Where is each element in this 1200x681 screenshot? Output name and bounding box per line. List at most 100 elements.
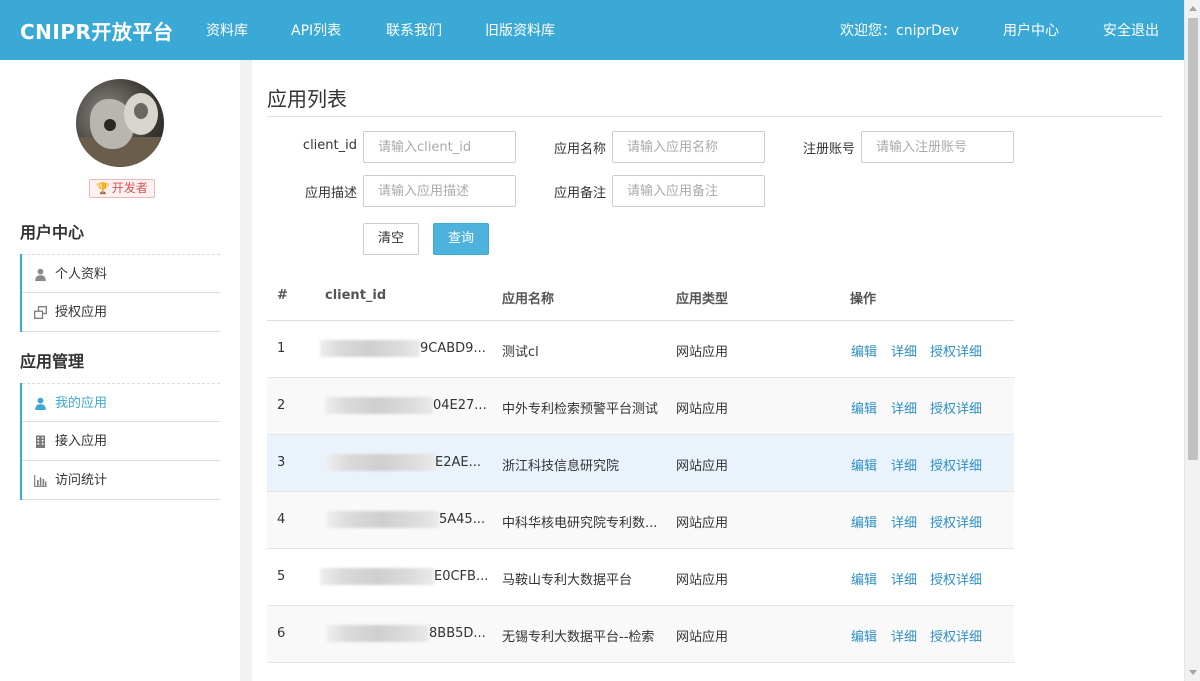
table-row: 4 5A45... 中科华核电研究院专利数... 网站应用 编辑 详细 授权详细 [267, 492, 1014, 549]
edit-link[interactable]: 编辑 [851, 455, 877, 474]
auth-detail-link[interactable]: 授权详细 [930, 512, 982, 531]
table-row: 5 E0CFB... 马鞍山专利大数据平台 网站应用 编辑 详细 授权详细 [267, 549, 1014, 606]
trophy-icon: 🏆 [96, 182, 110, 195]
edit-link[interactable]: 编辑 [851, 512, 877, 531]
edit-link[interactable]: 编辑 [851, 341, 877, 360]
table-header: # client_id 应用名称 应用类型 操作 [267, 272, 1014, 321]
table-row: 6 8BB5D... 无锡专利大数据平台--检索 网站应用 编辑 详细 授权详细 [267, 606, 1014, 663]
auth-detail-link[interactable]: 授权详细 [930, 398, 982, 417]
app-name-input[interactable] [612, 131, 765, 163]
client-id-value: 04E27... [433, 398, 487, 413]
app-table: # client_id 应用名称 应用类型 操作 1 9CABD9... 测试c… [267, 272, 1014, 663]
sidebar-item-access-stats[interactable]: 访问统计 [22, 461, 220, 500]
scroll-up-arrow-icon[interactable] [1189, 6, 1197, 11]
app-type-value: 网站应用 [676, 345, 729, 360]
app-name-value: 马鞍山专利大数据平台 [502, 573, 633, 588]
app-name-value: 中科华核电研究院专利数... [502, 516, 658, 531]
client-id-input[interactable] [363, 131, 516, 163]
scroll-down-arrow-icon[interactable] [1189, 670, 1197, 675]
query-button[interactable]: 查询 [433, 223, 489, 255]
nav-link-api-list[interactable]: API列表 [291, 20, 341, 40]
building-icon [36, 435, 45, 448]
vertical-scrollbar[interactable] [1184, 0, 1200, 681]
edit-link[interactable]: 编辑 [851, 398, 877, 417]
client-id-value: E2AE... [435, 455, 481, 470]
app-name-value: 中外专利检索预警平台测试 [502, 402, 659, 417]
redacted-client-id [327, 625, 429, 642]
app-desc-input[interactable] [363, 175, 516, 207]
nav-link-database[interactable]: 资料库 [206, 20, 248, 40]
detail-link[interactable]: 详细 [891, 626, 917, 645]
section-title-app-management: 应用管理 [20, 352, 85, 371]
client-id-value: E0CFB... [434, 569, 489, 584]
avatar[interactable] [76, 79, 164, 167]
auth-detail-link[interactable]: 授权详细 [930, 569, 982, 588]
row-index: 6 [277, 626, 286, 641]
section-title-user-center: 用户中心 [20, 223, 85, 242]
auth-detail-link[interactable]: 授权详细 [930, 455, 982, 474]
app-desc-label: 应用描述 [304, 186, 357, 201]
clear-button[interactable]: 清空 [363, 223, 419, 255]
app-name-value: 无锡专利大数据平台--检索 [502, 630, 655, 645]
app-remark-input[interactable] [612, 175, 765, 207]
nav-link-user-center[interactable]: 用户中心 [1003, 20, 1059, 40]
scrollbar-thumb[interactable] [1188, 18, 1198, 460]
column-header-app-name: 应用名称 [502, 292, 555, 307]
table-row: 3 E2AE... 浙江科技信息研究院 网站应用 编辑 详细 授权详细 [267, 435, 1014, 492]
developer-badge: 🏆 开发者 [89, 179, 155, 198]
client-id-label: client_id [302, 138, 357, 153]
column-header-app-type: 应用类型 [676, 292, 729, 307]
auth-detail-link[interactable]: 授权详细 [930, 341, 982, 360]
detail-link[interactable]: 详细 [891, 341, 917, 360]
app-name-label: 应用名称 [553, 142, 606, 157]
row-index: 4 [277, 512, 286, 527]
detail-link[interactable]: 详细 [891, 512, 917, 531]
welcome-text[interactable]: 欢迎您：cniprDev [840, 20, 959, 40]
client-id-value: 5A45... [439, 512, 486, 527]
redacted-client-id [320, 340, 420, 357]
page-title: 应用列表 [267, 87, 347, 111]
nav-link-contact[interactable]: 联系我们 [386, 20, 442, 40]
app-type-value: 网站应用 [676, 573, 729, 588]
nav-link-logout[interactable]: 安全退出 [1103, 20, 1159, 40]
app-name-value: 测试cl [502, 345, 539, 360]
app-type-value: 网站应用 [676, 630, 729, 645]
user-icon [35, 397, 46, 410]
sidebar: 🏆 开发者 用户中心 个人资料 授权应用 应用管理 我的应用 接入应用 访问统计 [0, 60, 240, 681]
row-index: 5 [277, 569, 286, 584]
detail-link[interactable]: 详细 [891, 398, 917, 417]
redacted-client-id [327, 454, 435, 471]
redacted-client-id [325, 397, 433, 414]
redacted-client-id [327, 511, 439, 528]
sidebar-item-label: 我的应用 [55, 396, 108, 411]
sidebar-item-label: 访问统计 [55, 473, 108, 488]
app-type-value: 网站应用 [676, 516, 729, 531]
app-name-value: 浙江科技信息研究院 [502, 459, 620, 474]
client-id-value: 9CABD9... [420, 341, 486, 356]
detail-link[interactable]: 详细 [891, 455, 917, 474]
sidebar-item-authorized-apps[interactable]: 授权应用 [22, 293, 220, 332]
detail-link[interactable]: 详细 [891, 569, 917, 588]
edit-link[interactable]: 编辑 [851, 626, 877, 645]
row-index: 2 [277, 398, 286, 413]
sidebar-item-my-apps[interactable]: 我的应用 [22, 383, 220, 422]
column-header-actions: 操作 [850, 292, 877, 307]
app-type-value: 网站应用 [676, 459, 729, 474]
title-divider [267, 116, 1163, 117]
row-index: 1 [277, 341, 286, 356]
developer-badge-label: 开发者 [111, 181, 148, 195]
sidebar-item-connect-app[interactable]: 接入应用 [22, 422, 220, 461]
column-header-index: # [277, 288, 288, 303]
sidebar-item-label: 个人资料 [55, 267, 108, 282]
menu-app-management: 我的应用 接入应用 访问统计 [20, 383, 220, 500]
table-row: 2 04E27... 中外专利检索预警平台测试 网站应用 编辑 详细 授权详细 [267, 378, 1014, 435]
nav-link-old-database[interactable]: 旧版资料库 [485, 20, 555, 40]
sidebar-item-profile[interactable]: 个人资料 [22, 254, 220, 293]
row-index: 3 [277, 455, 286, 470]
table-row: 1 9CABD9... 测试cl 网站应用 编辑 详细 授权详细 [267, 321, 1014, 378]
account-input[interactable] [861, 131, 1014, 163]
account-label: 注册账号 [802, 142, 855, 157]
brand-logo[interactable]: CNIPR开放平台 [20, 16, 173, 45]
edit-link[interactable]: 编辑 [851, 569, 877, 588]
auth-detail-link[interactable]: 授权详细 [930, 626, 982, 645]
